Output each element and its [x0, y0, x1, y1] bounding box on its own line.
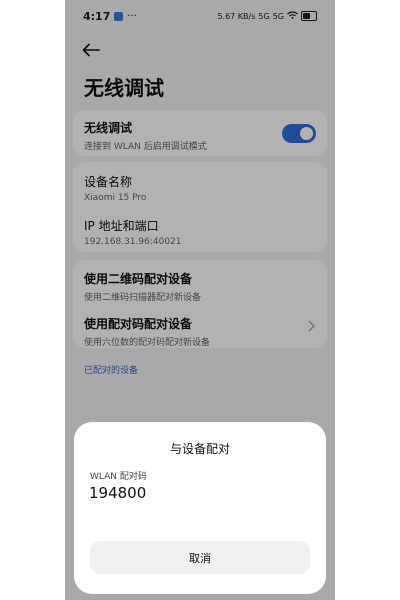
pair-device-dialog: 与设备配对 WLAN 配对码 194800 取消	[74, 422, 326, 594]
pairing-code-value: 194800	[89, 484, 147, 502]
dialog-title: 与设备配对	[169, 442, 230, 456]
phone-screen: 4:17 ··· 5.67 KB/s 5G 5G 无线调试 无线调试 连接到 W…	[65, 0, 335, 600]
cancel-button[interactable]: 取消	[90, 541, 310, 574]
pairing-code-label: WLAN 配对码	[90, 472, 147, 482]
